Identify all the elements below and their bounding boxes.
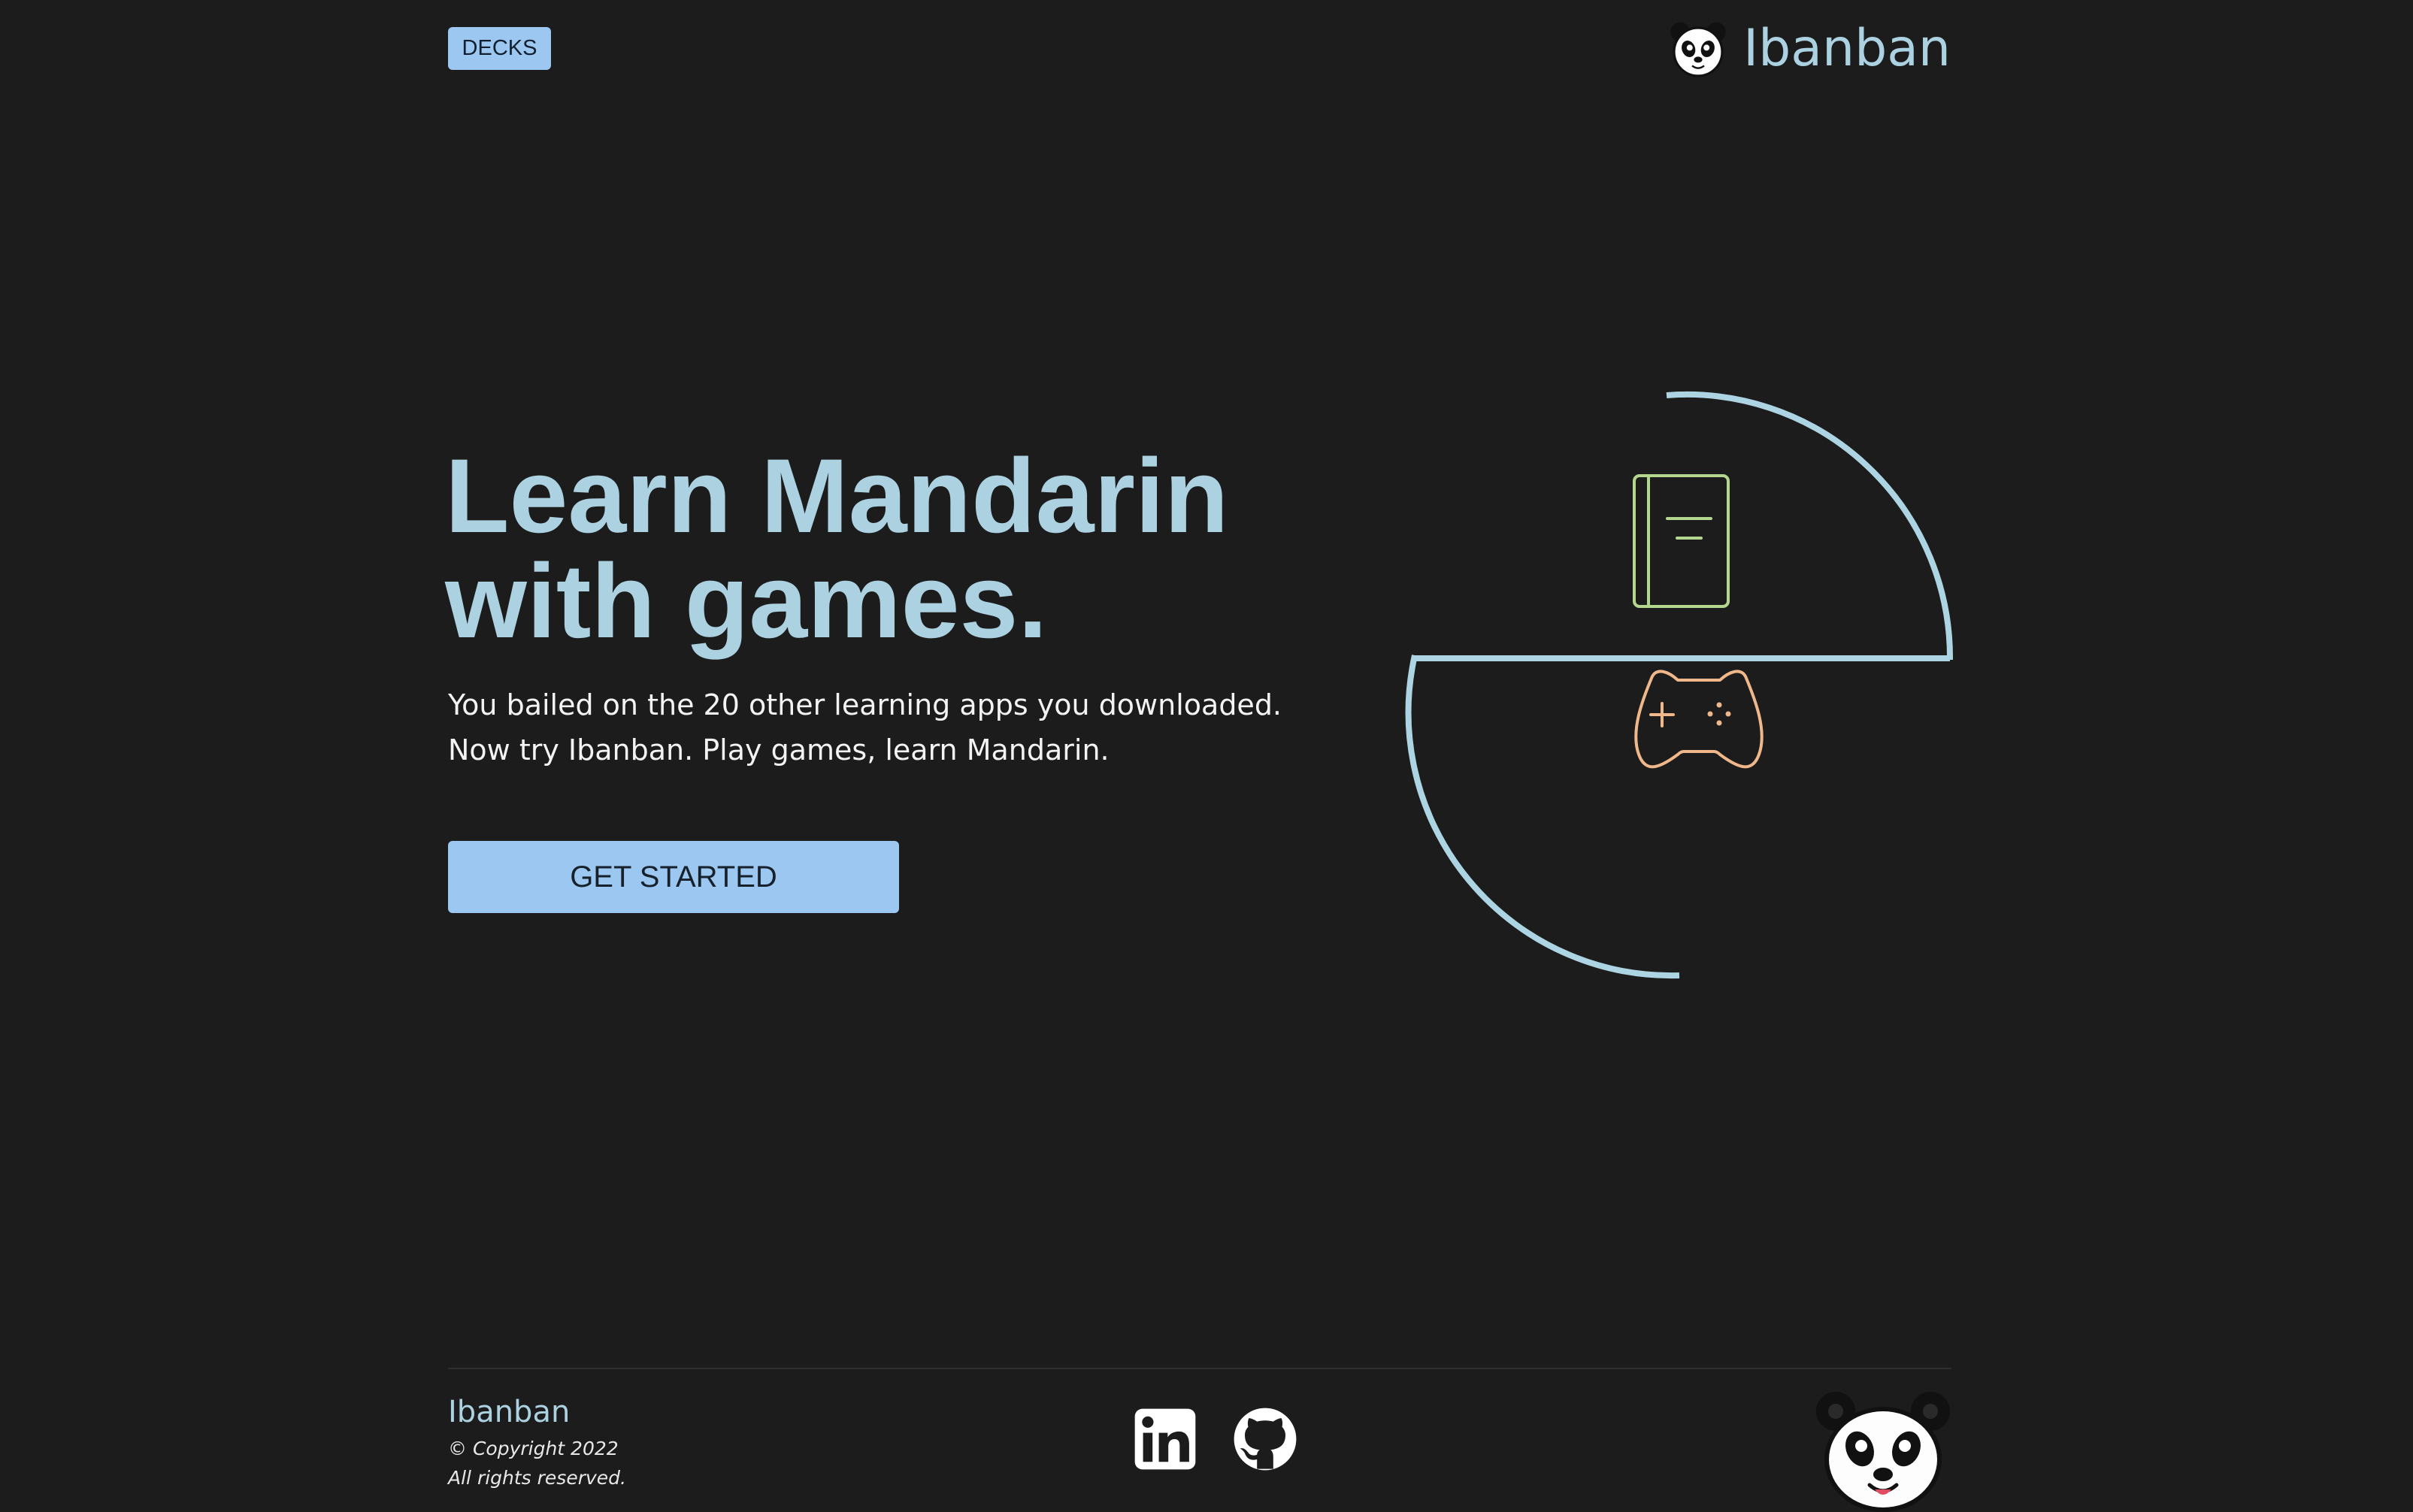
- hero-title-line1: Learn Mandarin: [445, 437, 1229, 555]
- decks-button[interactable]: DECKS: [448, 27, 551, 70]
- github-link[interactable]: [1231, 1405, 1299, 1473]
- book-icon: [1633, 474, 1730, 608]
- quarter-arc-top: [1666, 391, 1954, 661]
- hero-title-line2: with games.: [445, 542, 1048, 660]
- footer-rights: All rights reserved.: [448, 1467, 626, 1489]
- controller-buttons: [1707, 702, 1731, 726]
- hero-subtitle-line1: You bailed on the 20 other learning apps…: [448, 688, 1282, 721]
- footer-brand-link[interactable]: Ibanban: [448, 1395, 570, 1429]
- hero-subtitle: You bailed on the 20 other learning apps…: [448, 682, 1282, 773]
- brand-name: Ibanban: [1743, 19, 1951, 78]
- linkedin-link[interactable]: [1134, 1408, 1197, 1471]
- hero-subtitle-line2: Now try Ibanban. Play games, learn Manda…: [448, 733, 1110, 767]
- brand-link[interactable]: Ibanban: [1668, 17, 1951, 81]
- game-controller-icon: [1634, 670, 1764, 769]
- footer-copyright: © Copyright 2022: [448, 1438, 619, 1459]
- linkedin-icon: [1134, 1408, 1196, 1470]
- panda-mascot-icon: [1816, 1392, 1950, 1512]
- footer-divider: [448, 1368, 1951, 1369]
- hero-illustration: [1405, 391, 1954, 979]
- get-started-button[interactable]: GET STARTED: [448, 841, 899, 913]
- hero-title: Learn Mandarin with games.: [445, 443, 1228, 654]
- panda-logo-icon: [1670, 22, 1726, 77]
- github-icon: [1234, 1408, 1297, 1471]
- quarter-arc-bottom: [1405, 655, 1680, 979]
